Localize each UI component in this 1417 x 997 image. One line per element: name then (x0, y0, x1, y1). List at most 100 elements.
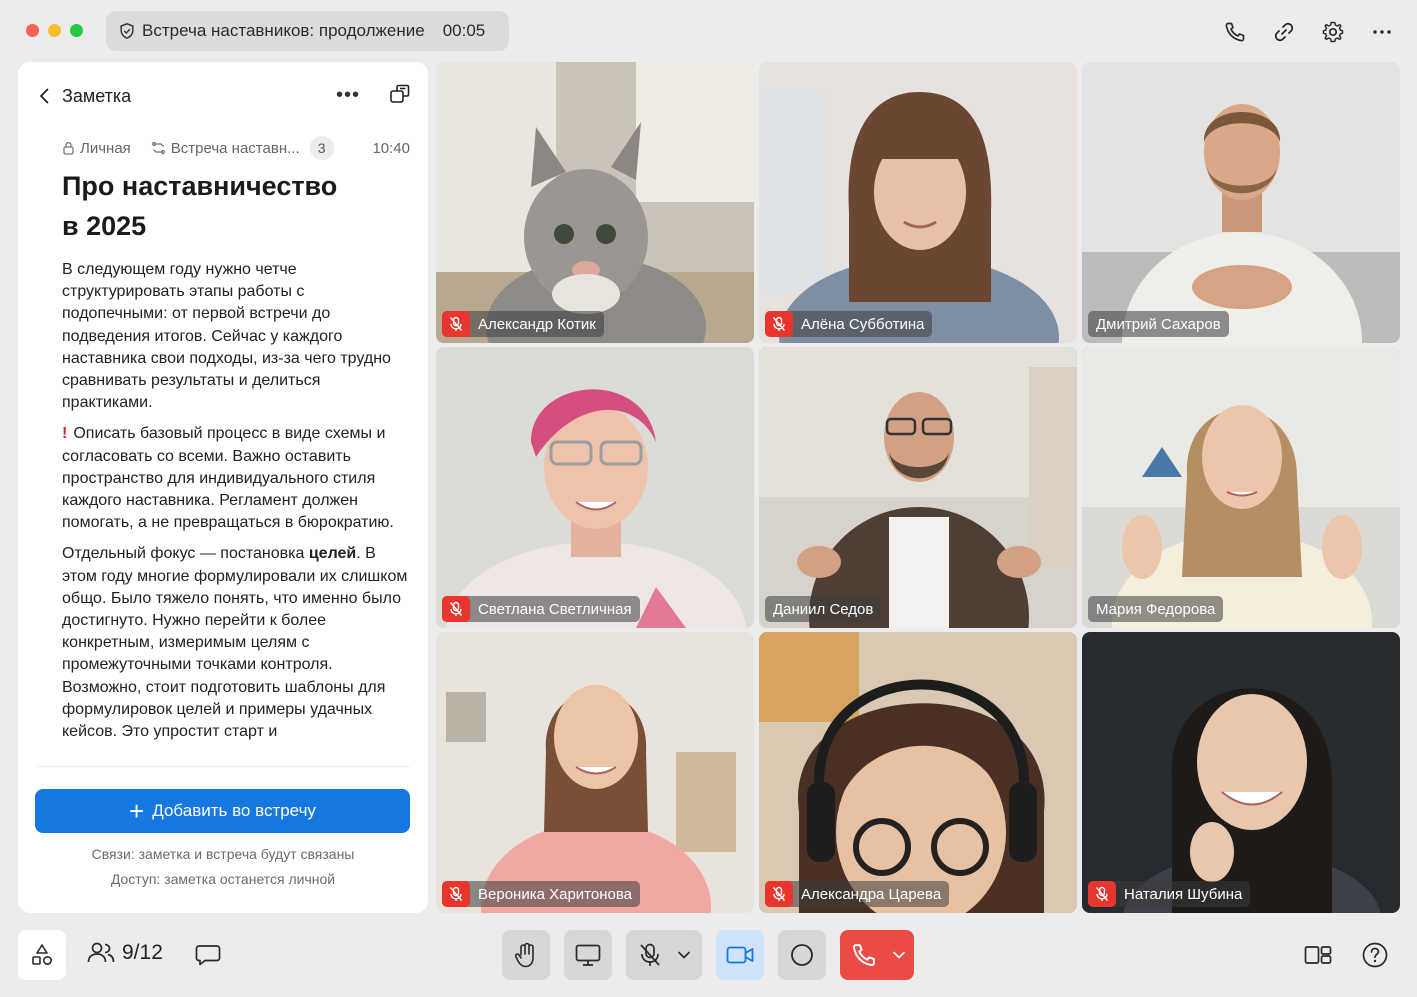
plus-icon: + (129, 796, 145, 826)
minimize-window-button[interactable] (48, 24, 61, 37)
participants-button[interactable]: 9/12 (86, 940, 163, 966)
mic-off-icon (765, 881, 793, 907)
more-icon[interactable] (1368, 18, 1395, 45)
mic-off-icon (442, 311, 470, 337)
participant-nameplate: Вероника Харитонова (442, 881, 640, 907)
maximize-window-button[interactable] (70, 24, 83, 37)
raise-hand-button[interactable] (502, 930, 550, 980)
add-to-meeting-button[interactable]: + Добавить во встречу (35, 789, 410, 833)
linked-count-badge: 3 (309, 136, 334, 160)
app-window: Встреча наставников: продолжение 00:05 З… (0, 0, 1417, 997)
note-header: Заметка ••• (36, 82, 412, 110)
note-header-title: Заметка (62, 85, 132, 106)
video-tile-speaking[interactable]: Мария Федорова (1082, 347, 1400, 628)
note-paragraph: Отдельный фокус — постановка целей. В эт… (62, 545, 408, 741)
participant-video (436, 62, 754, 343)
participant-video (436, 347, 754, 628)
hand-icon (514, 942, 534, 968)
link-info-text: Связи: заметка и встреча будут связаны (91, 846, 355, 862)
people-icon (87, 942, 115, 963)
participant-name: Александра Царева (801, 885, 942, 903)
participant-name: Наталия Шубина (1124, 885, 1243, 903)
link-icon[interactable] (1270, 18, 1297, 45)
participant-nameplate: Алёна Субботина (765, 311, 933, 337)
participant-name: Даниил Седов (773, 600, 874, 618)
privacy-label[interactable]: Личная (62, 140, 131, 157)
video-tile-speaking[interactable]: Даниил Седов (759, 347, 1077, 628)
note-paragraph: ! Описать базовый процесс в виде схемы и … (62, 425, 394, 532)
meeting-timer: 00:05 (442, 21, 486, 40)
video-tile[interactable]: Александр Котик (436, 62, 754, 343)
chevron-down-icon[interactable] (892, 950, 906, 960)
participant-name: Дмитрий Сахаров (1096, 315, 1221, 333)
chat-icon (195, 945, 221, 966)
participant-nameplate: Александр Котик (442, 311, 604, 337)
chevron-left-icon[interactable] (36, 87, 54, 105)
help-button[interactable] (1353, 930, 1397, 980)
participant-name: Светлана Светличная (478, 600, 632, 618)
mic-off-icon (1088, 881, 1116, 907)
lock-icon (63, 142, 74, 155)
participant-nameplate: Даниил Седов (765, 596, 882, 622)
apps-button[interactable] (18, 930, 66, 980)
participant-video (759, 632, 1077, 913)
end-call-button[interactable] (840, 930, 914, 980)
monitor-icon (575, 944, 601, 966)
participant-name: Вероника Харитонова (478, 885, 632, 903)
video-tile[interactable]: Алёна Субботина (759, 62, 1077, 343)
microphone-button[interactable] (626, 930, 702, 980)
phone-icon[interactable] (1221, 18, 1248, 45)
meeting-reference[interactable]: Встреча наставн... (151, 140, 300, 157)
video-tile[interactable]: Светлана Светличная (436, 347, 754, 628)
participant-nameplate: Дмитрий Сахаров (1088, 311, 1229, 337)
video-tile[interactable]: Дмитрий Сахаров (1082, 62, 1400, 343)
note-body[interactable]: В следующем году нужно четче структуриро… (62, 259, 412, 764)
participant-video (759, 62, 1077, 343)
gear-icon[interactable] (1319, 18, 1346, 45)
note-time: 10:40 (372, 139, 410, 157)
participants-count: 9/12 (122, 941, 163, 964)
participant-name: Алёна Субботина (801, 315, 925, 333)
note-panel: Заметка ••• Личная Встреча наставн... 3 … (18, 62, 428, 913)
record-button[interactable] (778, 930, 826, 980)
chat-button[interactable] (186, 930, 230, 980)
close-window-button[interactable] (26, 24, 39, 37)
participant-name: Александр Котик (478, 315, 596, 333)
chevron-down-icon[interactable] (677, 950, 691, 960)
participant-nameplate: Наталия Шубина (1088, 881, 1251, 907)
note-title[interactable]: Про наставничество в 2025 (62, 166, 392, 246)
camera-button[interactable] (716, 930, 764, 980)
video-grid: Александр Котик Алёна Субботина Дмитрий … (436, 62, 1400, 913)
participant-nameplate: Светлана Светличная (442, 596, 640, 622)
note-meta: Личная Встреча наставн... 3 10:40 (62, 136, 410, 160)
layout-icon (1304, 946, 1332, 964)
help-icon (1362, 942, 1388, 968)
participant-video (1082, 347, 1400, 628)
meeting-title: Встреча наставников: продолжение (142, 21, 425, 40)
participant-nameplate: Александра Царева (765, 881, 950, 907)
video-tile[interactable]: Наталия Шубина (1082, 632, 1400, 913)
access-info-text: Доступ: заметка останется личной (110, 871, 336, 887)
shapes-icon (32, 944, 53, 966)
note-more-icon[interactable]: ••• (336, 84, 360, 107)
video-tile[interactable]: Вероника Харитонова (436, 632, 754, 913)
participant-name: Мария Федорова (1096, 600, 1216, 618)
camera-icon (726, 946, 754, 964)
participant-video (759, 347, 1077, 628)
participant-video (436, 632, 754, 913)
window-controls (26, 24, 83, 37)
mic-off-icon (442, 596, 470, 622)
layout-button[interactable] (1296, 930, 1340, 980)
participant-nameplate: Мария Федорова (1088, 596, 1224, 622)
participant-video (1082, 632, 1400, 913)
participant-video (1082, 62, 1400, 343)
note-paragraph: В следующем году нужно четче структуриро… (62, 261, 391, 412)
video-tile[interactable]: Александра Царева (759, 632, 1077, 913)
mic-off-icon (442, 881, 470, 907)
popout-icon[interactable] (388, 82, 412, 106)
phone-hangup-icon (852, 944, 875, 967)
screen-share-button[interactable] (564, 930, 612, 980)
meeting-info-pill[interactable]: Встреча наставников: продолжение 00:05 (106, 11, 509, 51)
top-actions (1221, 18, 1395, 45)
shield-icon (120, 23, 134, 39)
